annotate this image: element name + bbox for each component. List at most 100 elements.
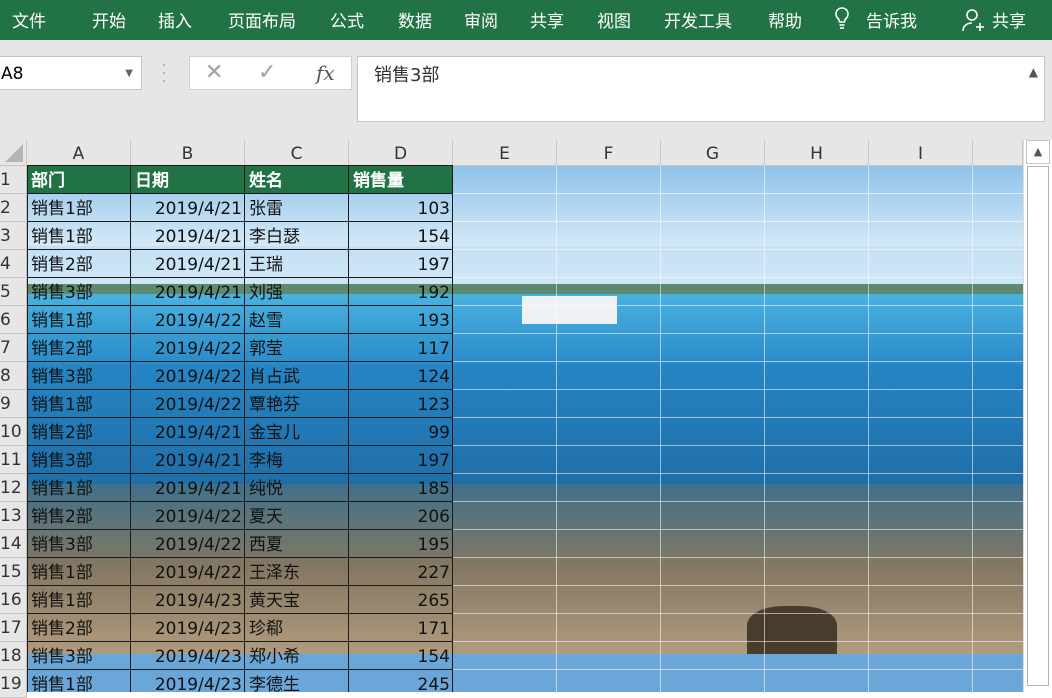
table-cell[interactable]: 117: [349, 334, 453, 362]
row-header-9[interactable]: 9: [0, 390, 27, 418]
name-box[interactable]: A8 ▼: [0, 56, 142, 90]
table-cell[interactable]: 西夏: [245, 530, 349, 558]
ribbon-tab-0[interactable]: 文件: [12, 7, 46, 32]
column-header-h[interactable]: H: [765, 140, 869, 166]
row-header-6[interactable]: 6: [0, 306, 27, 334]
table-cell[interactable]: 销售3部: [27, 642, 131, 670]
table-cell[interactable]: 销售1部: [27, 586, 131, 614]
column-header-partial[interactable]: [973, 140, 1023, 166]
column-header-c[interactable]: C: [245, 140, 349, 166]
ribbon-tab-10[interactable]: 帮助: [768, 7, 802, 32]
table-cell[interactable]: 销售1部: [27, 670, 131, 698]
table-cell[interactable]: 2019/4/21: [131, 278, 245, 306]
column-header-a[interactable]: A: [27, 140, 131, 166]
ribbon-tab-5[interactable]: 数据: [398, 7, 432, 32]
column-header-e[interactable]: E: [453, 140, 557, 166]
row-header-1[interactable]: 1: [0, 166, 27, 194]
row-header-7[interactable]: 7: [0, 334, 27, 362]
table-header-cell[interactable]: 日期: [131, 166, 245, 194]
table-cell[interactable]: 销售3部: [27, 278, 131, 306]
table-cell[interactable]: 245: [349, 670, 453, 698]
table-cell[interactable]: 2019/4/21: [131, 250, 245, 278]
table-cell[interactable]: 192: [349, 278, 453, 306]
row-header-3[interactable]: 3: [0, 222, 27, 250]
lightbulb-icon[interactable]: [833, 6, 851, 32]
check-icon[interactable]: ✓: [258, 60, 276, 85]
table-cell[interactable]: 销售1部: [27, 474, 131, 502]
column-header-g[interactable]: G: [661, 140, 765, 166]
table-cell[interactable]: 销售1部: [27, 390, 131, 418]
table-cell[interactable]: 销售2部: [27, 502, 131, 530]
chevron-down-icon[interactable]: ▼: [125, 57, 133, 91]
cancel-icon[interactable]: ✕: [205, 60, 223, 85]
ribbon-tab-3[interactable]: 页面布局: [228, 7, 296, 32]
table-cell[interactable]: 2019/4/22: [131, 558, 245, 586]
table-cell[interactable]: 张雷: [245, 194, 349, 222]
vertical-scrollbar[interactable]: ▲: [1023, 140, 1052, 692]
table-cell[interactable]: 王泽东: [245, 558, 349, 586]
row-header-16[interactable]: 16: [0, 586, 27, 614]
share-button[interactable]: 共享: [992, 7, 1026, 32]
table-cell[interactable]: 销售1部: [27, 222, 131, 250]
worksheet-grid[interactable]: ▲ A B C D E F G H I 1 2 3 4 5 6 7 8 9 10 11 12 13 14 15 16 17 18 19…: [0, 140, 1052, 698]
table-cell[interactable]: 刘强: [245, 278, 349, 306]
table-cell[interactable]: 206: [349, 502, 453, 530]
row-header-11[interactable]: 11: [0, 446, 27, 474]
table-header-cell[interactable]: 姓名: [245, 166, 349, 194]
ribbon-tab-9[interactable]: 开发工具: [664, 7, 732, 32]
table-cell[interactable]: 珍郗: [245, 614, 349, 642]
table-cell[interactable]: 销售2部: [27, 614, 131, 642]
column-header-d[interactable]: D: [349, 140, 453, 166]
table-cell[interactable]: 销售2部: [27, 418, 131, 446]
row-header-13[interactable]: 13: [0, 502, 27, 530]
table-cell[interactable]: 销售1部: [27, 194, 131, 222]
table-cell[interactable]: 227: [349, 558, 453, 586]
table-cell[interactable]: 2019/4/22: [131, 502, 245, 530]
table-cell[interactable]: 2019/4/21: [131, 446, 245, 474]
table-cell[interactable]: 2019/4/22: [131, 334, 245, 362]
row-header-4[interactable]: 4: [0, 250, 27, 278]
scroll-thumb[interactable]: [1027, 166, 1049, 686]
ribbon-tab-2[interactable]: 插入: [158, 7, 192, 32]
row-header-12[interactable]: 12: [0, 474, 27, 502]
table-cell[interactable]: 2019/4/21: [131, 222, 245, 250]
column-header-f[interactable]: F: [557, 140, 661, 166]
share-person-icon[interactable]: [961, 8, 985, 32]
table-cell[interactable]: 124: [349, 362, 453, 390]
table-cell[interactable]: 李白瑟: [245, 222, 349, 250]
select-all-button[interactable]: [0, 140, 27, 166]
table-cell[interactable]: 王瑞: [245, 250, 349, 278]
collapse-formula-icon[interactable]: ▲: [1029, 65, 1038, 79]
column-header-i[interactable]: I: [869, 140, 973, 166]
table-cell[interactable]: 197: [349, 250, 453, 278]
table-cell[interactable]: 103: [349, 194, 453, 222]
table-cell[interactable]: 覃艳芬: [245, 390, 349, 418]
table-cell[interactable]: 2019/4/21: [131, 194, 245, 222]
table-cell[interactable]: 2019/4/22: [131, 362, 245, 390]
table-cell[interactable]: 赵雪: [245, 306, 349, 334]
ribbon-tab-7[interactable]: 共享: [530, 7, 564, 32]
table-cell[interactable]: 193: [349, 306, 453, 334]
formula-input[interactable]: 销售3部 ▲: [357, 56, 1045, 122]
table-cell[interactable]: 197: [349, 446, 453, 474]
drag-handle-icon[interactable]: · · ·: [162, 59, 166, 89]
insert-function-icon[interactable]: fx: [316, 61, 335, 85]
table-header-cell[interactable]: 销售量: [349, 166, 453, 194]
table-cell[interactable]: 195: [349, 530, 453, 558]
table-cell[interactable]: 2019/4/22: [131, 306, 245, 334]
row-header-17[interactable]: 17: [0, 614, 27, 642]
table-cell[interactable]: 2019/4/23: [131, 642, 245, 670]
table-cell[interactable]: 154: [349, 642, 453, 670]
table-cell[interactable]: 123: [349, 390, 453, 418]
table-cell[interactable]: 销售3部: [27, 362, 131, 390]
table-cell[interactable]: 2019/4/23: [131, 670, 245, 698]
ribbon-tab-6[interactable]: 审阅: [464, 7, 498, 32]
table-cell[interactable]: 销售3部: [27, 530, 131, 558]
row-header-15[interactable]: 15: [0, 558, 27, 586]
table-cell[interactable]: 李德生: [245, 670, 349, 698]
tell-me-search[interactable]: 告诉我: [866, 7, 917, 32]
ribbon-tab-4[interactable]: 公式: [330, 7, 364, 32]
table-cell[interactable]: 185: [349, 474, 453, 502]
table-cell[interactable]: 171: [349, 614, 453, 642]
column-header-b[interactable]: B: [131, 140, 245, 166]
